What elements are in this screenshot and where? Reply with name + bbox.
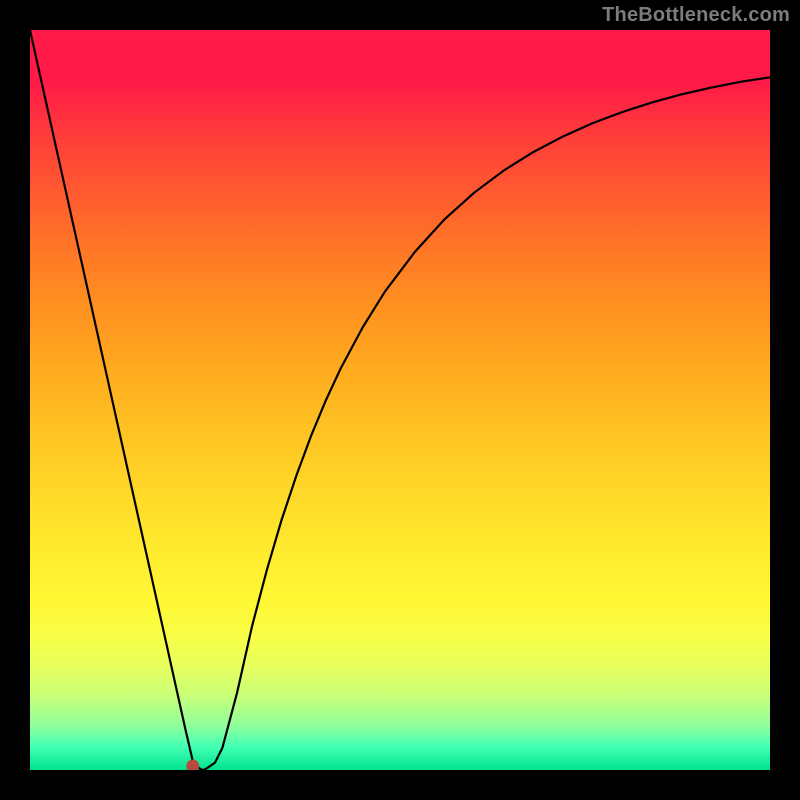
plot-area (30, 30, 770, 770)
chart-frame: TheBottleneck.com (0, 0, 800, 800)
bottleneck-curve (30, 30, 770, 770)
curve-svg (30, 30, 770, 770)
minimum-marker-dot (187, 760, 199, 770)
watermark-text: TheBottleneck.com (602, 4, 790, 27)
